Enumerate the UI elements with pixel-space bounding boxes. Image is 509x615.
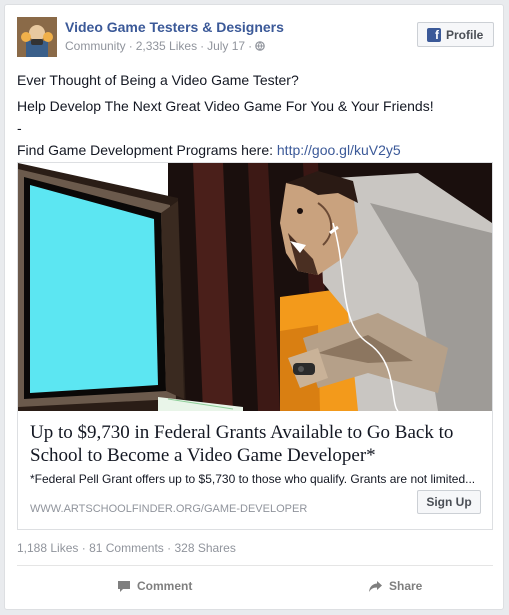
post-meta: Community · 2,335 Likes · July 17 · bbox=[65, 39, 265, 53]
divider bbox=[17, 565, 493, 566]
link-attachment[interactable]: Up to $9,730 in Federal Grants Available… bbox=[17, 162, 493, 530]
share-label: Share bbox=[389, 579, 423, 593]
sign-up-button[interactable]: Sign Up bbox=[417, 490, 481, 514]
meta-separator: · bbox=[200, 39, 205, 53]
post-date[interactable]: July 17 bbox=[207, 39, 245, 53]
page-avatar[interactable] bbox=[17, 17, 57, 57]
comment-button[interactable]: Comment bbox=[117, 579, 192, 593]
post-card: Video Game Testers & Designers Community… bbox=[4, 4, 504, 610]
page-name[interactable]: Video Game Testers & Designers bbox=[65, 19, 284, 35]
shares-count[interactable]: 328 Shares bbox=[174, 541, 235, 555]
globe-icon bbox=[255, 41, 265, 51]
meta-separator: · bbox=[128, 39, 133, 53]
share-button[interactable]: Share bbox=[368, 579, 422, 593]
profile-button[interactable]: f Profile bbox=[417, 22, 494, 47]
stats-separator: · bbox=[81, 541, 90, 555]
post-stats: 1,188 Likes · 81 Comments · 328 Shares bbox=[17, 541, 236, 555]
post-line-4: Find Game Development Programs here: htt… bbox=[17, 141, 497, 159]
attachment-image[interactable] bbox=[18, 163, 492, 411]
comment-label: Comment bbox=[137, 579, 193, 593]
post-line-1: Ever Thought of Being a Video Game Teste… bbox=[17, 72, 299, 88]
meta-separator: · bbox=[248, 39, 253, 53]
attachment-domain: WWW.ARTSCHOOLFINDER.ORG/GAME-DEVELOPER bbox=[30, 503, 308, 515]
post-line-3: - bbox=[17, 120, 22, 136]
attachment-title[interactable]: Up to $9,730 in Federal Grants Available… bbox=[30, 421, 484, 467]
comment-icon bbox=[118, 580, 130, 592]
post-link[interactable]: http://goo.gl/kuV2y5 bbox=[277, 142, 401, 158]
comments-count[interactable]: 81 Comments bbox=[89, 541, 164, 555]
post-line-4-prefix: Find Game Development Programs here: bbox=[17, 142, 277, 158]
attachment-description: *Federal Pell Grant offers up to $5,730 … bbox=[30, 472, 476, 486]
likes-count[interactable]: 1,188 Likes bbox=[17, 541, 78, 555]
share-icon bbox=[369, 580, 382, 592]
facebook-icon: f bbox=[427, 27, 441, 42]
post-line-2: Help Develop The Next Great Video Game F… bbox=[17, 98, 434, 114]
page-category[interactable]: Community bbox=[65, 39, 126, 53]
profile-button-label: Profile bbox=[446, 27, 484, 42]
page-likes: 2,335 Likes bbox=[135, 39, 198, 53]
post-text: Ever Thought of Being a Video Game Teste… bbox=[17, 71, 497, 167]
